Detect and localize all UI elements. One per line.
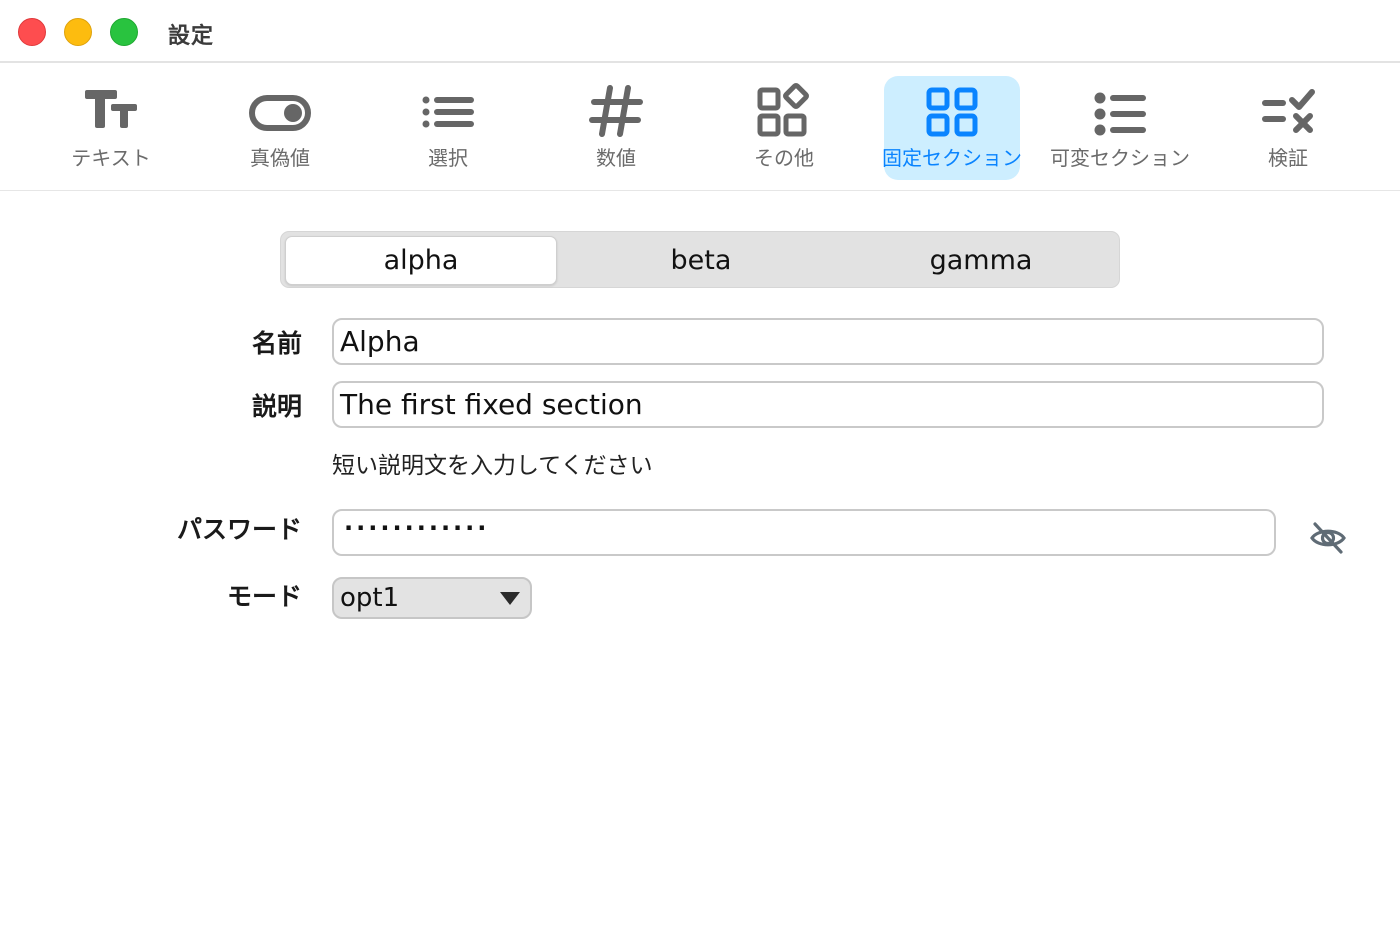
list-icon (422, 96, 474, 128)
section-segmented-control: alpha beta gamma (280, 231, 1120, 288)
window-title: 設定 (168, 24, 215, 49)
toggle-icon (249, 95, 311, 131)
title-bar: 設定 (0, 0, 1400, 63)
zoom-window-button[interactable] (110, 18, 138, 46)
tab-fixed-section[interactable]: 固定セクション (882, 76, 1022, 180)
grid-icon (926, 87, 978, 137)
tab-number-label: 数値 (596, 146, 636, 170)
chevron-down-icon (500, 592, 520, 605)
close-window-button[interactable] (18, 18, 46, 46)
mode-label: モード (226, 582, 302, 611)
segment-alpha[interactable]: alpha (285, 236, 557, 285)
checklist-icon (1262, 89, 1315, 133)
tab-variable-section-label: 可変セクション (1050, 146, 1190, 170)
mode-select-value: opt1 (340, 583, 400, 613)
tab-select-label: 選択 (428, 146, 468, 170)
hash-icon (589, 85, 643, 137)
name-label: 名前 (251, 329, 302, 358)
description-label: 説明 (251, 392, 302, 421)
toolbar: テキスト 真偽値 選択 数値 その他 固定セクション 可変セクション 検証 (0, 63, 1400, 191)
tab-validation-label: 検証 (1268, 146, 1308, 170)
description-field[interactable]: The first fixed section (332, 381, 1324, 428)
text-format-icon (85, 90, 137, 128)
bulleted-list-icon (1094, 92, 1146, 136)
tab-select[interactable]: 選択 (380, 76, 516, 180)
tab-boolean-label: 真偽値 (250, 146, 310, 170)
tab-text-label: テキスト (71, 146, 151, 170)
segment-gamma[interactable]: gamma (845, 236, 1117, 285)
tab-boolean[interactable]: 真偽値 (212, 76, 348, 180)
mode-select[interactable]: opt1 (332, 577, 532, 619)
tab-other-label: その他 (754, 146, 814, 170)
tab-number[interactable]: 数値 (548, 76, 684, 180)
eye-slash-icon[interactable] (1308, 518, 1348, 558)
tab-fixed-section-label: 固定セクション (882, 146, 1022, 170)
name-field[interactable]: Alpha (332, 318, 1324, 365)
tab-validation[interactable]: 検証 (1220, 76, 1356, 180)
segment-beta[interactable]: beta (565, 236, 837, 285)
tab-other[interactable]: その他 (716, 76, 852, 180)
password-label: パスワード (176, 515, 302, 544)
description-hint: 短い説明文を入力してください (332, 453, 653, 479)
settings-window: 設定 テキスト 真偽値 選択 数値 その他 固定セクション 可変セクション 検証… (0, 0, 1400, 932)
minimize-window-button[interactable] (64, 18, 92, 46)
password-field[interactable]: ············ (332, 509, 1276, 556)
tab-variable-section[interactable]: 可変セクション (1050, 76, 1190, 180)
tab-text[interactable]: テキスト (43, 76, 179, 180)
widgets-icon (757, 83, 809, 137)
password-value: ············ (344, 513, 490, 542)
